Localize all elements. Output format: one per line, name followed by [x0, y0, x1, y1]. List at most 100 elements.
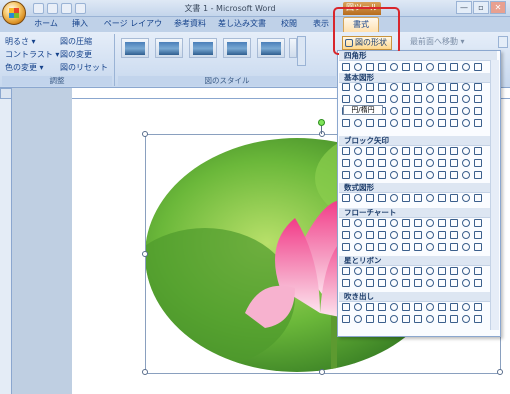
picture-style-thumb[interactable] — [223, 38, 251, 58]
shape-option[interactable] — [474, 243, 482, 251]
shape-option[interactable] — [450, 267, 458, 275]
shape-option[interactable] — [378, 194, 386, 202]
shape-option[interactable] — [402, 107, 410, 115]
shape-option[interactable] — [474, 147, 482, 155]
shape-option[interactable] — [354, 159, 362, 167]
shape-option[interactable] — [378, 171, 386, 179]
shape-option[interactable] — [402, 279, 410, 287]
shape-option[interactable] — [390, 231, 398, 239]
shape-option[interactable] — [378, 243, 386, 251]
shape-option[interactable] — [426, 219, 434, 227]
compress-pictures-button[interactable]: 図の圧縮 — [60, 36, 92, 47]
maximize-button[interactable]: ▫ — [473, 1, 489, 14]
shape-option[interactable] — [438, 315, 446, 323]
shape-option[interactable] — [462, 243, 470, 251]
recolor-button[interactable]: 色の変更 ▾ — [5, 62, 44, 73]
shape-option[interactable] — [474, 63, 482, 71]
shape-option[interactable] — [438, 243, 446, 251]
shape-option[interactable] — [474, 159, 482, 167]
shape-option[interactable] — [390, 107, 398, 115]
shape-option[interactable] — [402, 315, 410, 323]
shape-option[interactable] — [438, 279, 446, 287]
shape-option[interactable] — [462, 315, 470, 323]
shape-option[interactable] — [450, 219, 458, 227]
shape-option[interactable] — [438, 303, 446, 311]
shape-option[interactable] — [342, 243, 350, 251]
office-button[interactable] — [2, 1, 26, 25]
shape-option[interactable] — [366, 119, 374, 127]
shape-option[interactable] — [354, 231, 362, 239]
shape-option[interactable] — [414, 219, 422, 227]
shape-option[interactable] — [462, 279, 470, 287]
picture-style-thumb[interactable] — [155, 38, 183, 58]
shape-option[interactable] — [450, 194, 458, 202]
shape-option[interactable] — [474, 303, 482, 311]
shape-option[interactable] — [474, 119, 482, 127]
shape-option[interactable] — [378, 303, 386, 311]
shape-option[interactable] — [474, 107, 482, 115]
shape-option[interactable] — [414, 303, 422, 311]
shape-option[interactable] — [462, 107, 470, 115]
shape-option[interactable] — [438, 219, 446, 227]
shape-option[interactable] — [426, 303, 434, 311]
shape-option[interactable] — [342, 147, 350, 155]
shape-option[interactable] — [390, 95, 398, 103]
shape-option[interactable] — [450, 231, 458, 239]
shape-option[interactable] — [342, 95, 350, 103]
shape-option[interactable] — [378, 279, 386, 287]
shape-option[interactable] — [474, 171, 482, 179]
shape-option[interactable] — [366, 231, 374, 239]
shape-option[interactable] — [462, 83, 470, 91]
shape-option[interactable] — [414, 171, 422, 179]
shape-option[interactable] — [402, 267, 410, 275]
shape-option[interactable] — [474, 231, 482, 239]
shape-option[interactable] — [402, 194, 410, 202]
shape-option[interactable] — [354, 119, 362, 127]
shape-option[interactable] — [342, 171, 350, 179]
shape-option[interactable] — [354, 315, 362, 323]
shape-option[interactable] — [378, 231, 386, 239]
shape-option[interactable] — [450, 119, 458, 127]
shape-option[interactable] — [414, 147, 422, 155]
shape-option[interactable] — [450, 159, 458, 167]
shape-option[interactable] — [390, 279, 398, 287]
shape-option[interactable] — [390, 83, 398, 91]
contrast-button[interactable]: コントラスト ▾ — [5, 49, 59, 60]
shape-option[interactable] — [378, 83, 386, 91]
shape-option[interactable] — [354, 267, 362, 275]
shape-option[interactable] — [474, 267, 482, 275]
shape-option[interactable] — [438, 231, 446, 239]
tab-view[interactable]: 表示 — [306, 17, 336, 32]
shape-option[interactable] — [414, 83, 422, 91]
shape-option[interactable] — [366, 267, 374, 275]
shape-option[interactable] — [342, 159, 350, 167]
shape-option[interactable] — [366, 279, 374, 287]
shape-option[interactable] — [462, 231, 470, 239]
undo-icon[interactable] — [47, 3, 58, 14]
shape-option[interactable] — [390, 171, 398, 179]
shape-option[interactable] — [366, 159, 374, 167]
shape-option[interactable] — [378, 267, 386, 275]
shape-option[interactable] — [366, 83, 374, 91]
shape-option[interactable] — [450, 171, 458, 179]
shape-option[interactable] — [366, 303, 374, 311]
shape-option[interactable] — [402, 83, 410, 91]
tab-insert[interactable]: 挿入 — [64, 17, 96, 32]
shape-option[interactable] — [366, 147, 374, 155]
resize-handle[interactable] — [319, 369, 325, 375]
shape-option[interactable] — [342, 231, 350, 239]
rotation-handle[interactable] — [318, 119, 325, 126]
shape-option[interactable] — [474, 219, 482, 227]
shape-option[interactable] — [366, 63, 374, 71]
shape-option[interactable] — [354, 243, 362, 251]
shape-option[interactable] — [462, 303, 470, 311]
shape-option[interactable] — [354, 279, 362, 287]
shape-option[interactable] — [426, 315, 434, 323]
shape-option[interactable] — [414, 159, 422, 167]
shape-option[interactable] — [438, 267, 446, 275]
bring-to-front-button[interactable]: 最前面へ移動 ▾ — [410, 36, 465, 47]
shape-option[interactable] — [438, 159, 446, 167]
tab-home[interactable]: ホーム — [30, 17, 62, 32]
shape-option[interactable] — [354, 147, 362, 155]
change-picture-button[interactable]: 図の変更 — [60, 49, 92, 60]
